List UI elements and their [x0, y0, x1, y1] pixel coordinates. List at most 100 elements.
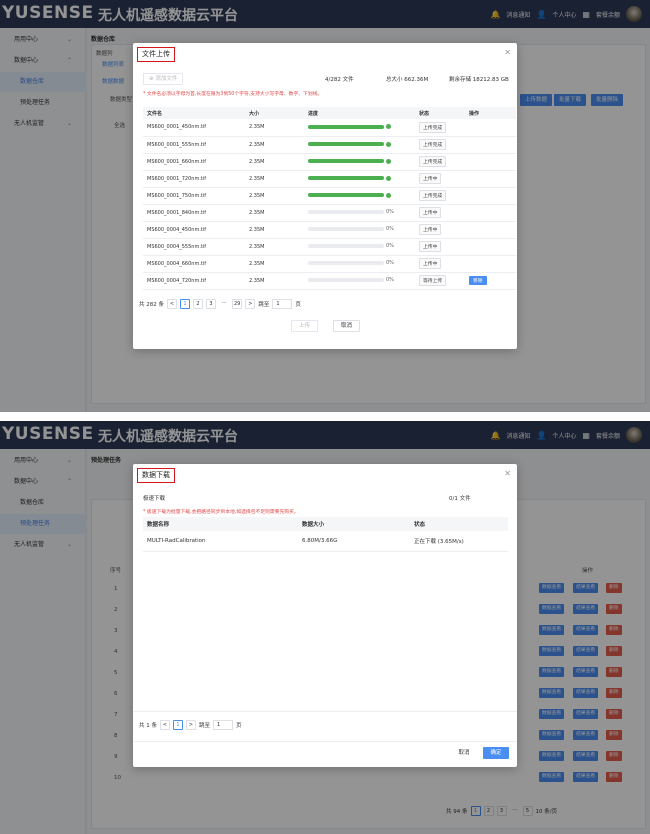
download-modal: 数据下载 ✕ 极速下载 0/1 文件 * 极速下载为批量下载,会把路径同步到本地… [133, 464, 517, 767]
table-row: MS600_0001_750nm.tif 2.35M 上传完成 [143, 187, 516, 205]
check-icon [386, 192, 391, 198]
cell-filename: MS600_0001_720nm.tif [143, 170, 245, 188]
cell-filename: MS600_0001_660nm.tif [143, 153, 245, 171]
pager-page-1[interactable]: 1 [173, 720, 183, 730]
progress-fill [308, 142, 384, 146]
cell-action: 移除 [465, 272, 516, 290]
progress-bar [308, 278, 384, 283]
pager-next[interactable]: > [245, 299, 256, 309]
add-file-label: 添加文件 [155, 76, 178, 82]
cell-status: 上传中 [415, 204, 465, 222]
check-icon [386, 124, 391, 130]
table-row: MS600_0001_450nm.tif 2.35M 上传完成 [143, 119, 516, 137]
total-size: 总大小 662.36M [386, 77, 429, 83]
cell-action [465, 153, 516, 171]
col-data-size: 数据大小 [298, 517, 410, 531]
cell-progress [304, 170, 415, 188]
pager-prev[interactable]: < [167, 299, 177, 309]
cell-filename: MS600_0001_450nm.tif [143, 119, 245, 137]
cell-status: 上传完成 [415, 119, 465, 137]
pager-page-3[interactable]: 3 [206, 299, 216, 309]
progress-bar [308, 176, 384, 180]
status-badge: 上传中 [419, 241, 442, 252]
progress-bar [308, 244, 384, 249]
check-icon [386, 158, 391, 164]
cell-size: 2.35M [245, 119, 304, 137]
progress-bar [308, 193, 384, 197]
cell-size: 2.35M [245, 187, 304, 205]
pager-jump-label: 跳至 [258, 302, 270, 308]
ok-button[interactable]: 确定 [483, 747, 509, 759]
progress-percent: 0% [386, 243, 394, 250]
pager-total: 共 282 条 [139, 302, 164, 308]
upload-screen: YUSENSE 无人机遥感数据云平台 🔔 消息通知 👤 个人中心 ▦ 套餐余额 … [0, 0, 650, 412]
cell-action [465, 238, 516, 256]
pager-page-2[interactable]: 2 [193, 299, 203, 309]
cell-data-name: MULTI-RadCalibration [143, 531, 298, 552]
modal-title: 数据下载 [137, 468, 175, 483]
pager-jump-input[interactable]: 1 [213, 720, 234, 730]
cell-action [465, 221, 516, 239]
cell-size: 2.35M [245, 255, 304, 273]
table-row: MS600_0004_660nm.tif 2.35M 0% 上传中 [143, 255, 516, 273]
pager-page-last[interactable]: 29 [232, 299, 243, 309]
col-status: 状态 [415, 107, 465, 119]
table-header-row: 文件名 大小 进度 状态 操作 [143, 107, 516, 119]
cell-filename: MS600_0004_450nm.tif [143, 221, 245, 239]
cell-filename: MS600_0001_750nm.tif [143, 187, 245, 205]
upload-button[interactable]: 上传 [291, 320, 318, 332]
status-badge: 上传中 [419, 224, 442, 235]
cell-progress: 0% [304, 238, 415, 256]
pager-ellipsis[interactable]: ··· [219, 299, 229, 309]
pager-page-1[interactable]: 1 [180, 299, 190, 309]
table-header-row: 数据名称 数据大小 状态 [143, 517, 508, 531]
cell-size: 2.35M [245, 272, 304, 290]
cancel-button[interactable]: 取消 [333, 320, 360, 332]
cancel-button[interactable]: 取消 [451, 748, 477, 760]
status-badge: 上传中 [419, 258, 442, 269]
cell-progress: 0% [304, 221, 415, 239]
pager-jump-input[interactable]: 1 [272, 299, 293, 309]
table-row: MS600_0004_720nm.tif 2.35M 0% 等待上传 移除 [143, 272, 516, 290]
cell-status: 上传中 [415, 221, 465, 239]
cell-status: 上传中 [415, 238, 465, 256]
cell-progress: 0% [304, 204, 415, 222]
download-pagination: 共 1 条 < 1 > 跳至 1 页 [139, 720, 242, 730]
pager-prev[interactable]: < [160, 720, 170, 730]
progress-percent: 0% [386, 226, 394, 233]
download-screen: YUSENSE 无人机遥感数据云平台 🔔 消息通知 👤 个人中心 ▦ 套餐余额 … [0, 421, 650, 834]
table-row: MS600_0004_555nm.tif 2.35M 0% 上传中 [143, 238, 516, 256]
progress-bar [308, 261, 384, 266]
status-badge: 上传完成 [419, 139, 447, 150]
cell-progress [304, 136, 415, 154]
status-badge: 上传完成 [419, 190, 447, 201]
progress-bar [308, 159, 384, 163]
close-icon[interactable]: ✕ [504, 469, 511, 478]
cell-status: 上传完成 [415, 187, 465, 205]
col-status: 状态 [410, 517, 508, 531]
cell-status: 等待上传 [415, 272, 465, 290]
progress-bar [308, 142, 384, 146]
cell-progress [304, 187, 415, 205]
cell-filename: MS600_0004_660nm.tif [143, 255, 245, 273]
pager-total: 共 1 条 [139, 723, 157, 729]
modal-title: 文件上传 [137, 47, 175, 62]
close-icon[interactable]: ✕ [504, 48, 511, 57]
cell-action [465, 255, 516, 273]
status-badge: 上传中 [419, 173, 442, 184]
col-data-name: 数据名称 [143, 517, 298, 531]
upload-modal: 文件上传 ✕ ⊕ 添加文件 4/282 文件 总大小 662.36M 剩余存储 … [133, 43, 517, 349]
progress-percent: 0% [386, 277, 394, 284]
check-icon [386, 175, 391, 181]
cell-progress [304, 153, 415, 171]
speed-download-label: 极速下载 [143, 496, 166, 502]
progress-bar [308, 227, 384, 232]
add-file-button[interactable]: ⊕ 添加文件 [143, 73, 184, 85]
cell-filename: MS600_0004_720nm.tif [143, 272, 245, 290]
remove-button[interactable]: 移除 [469, 276, 487, 285]
progress-bar [308, 124, 384, 129]
cell-size: 2.35M [245, 221, 304, 239]
pager-next[interactable]: > [186, 720, 196, 730]
remaining-storage: 剩余存储 18212.83 GB [449, 77, 509, 83]
table-row: MS600_0001_555nm.tif 2.35M 上传完成 [143, 136, 516, 154]
